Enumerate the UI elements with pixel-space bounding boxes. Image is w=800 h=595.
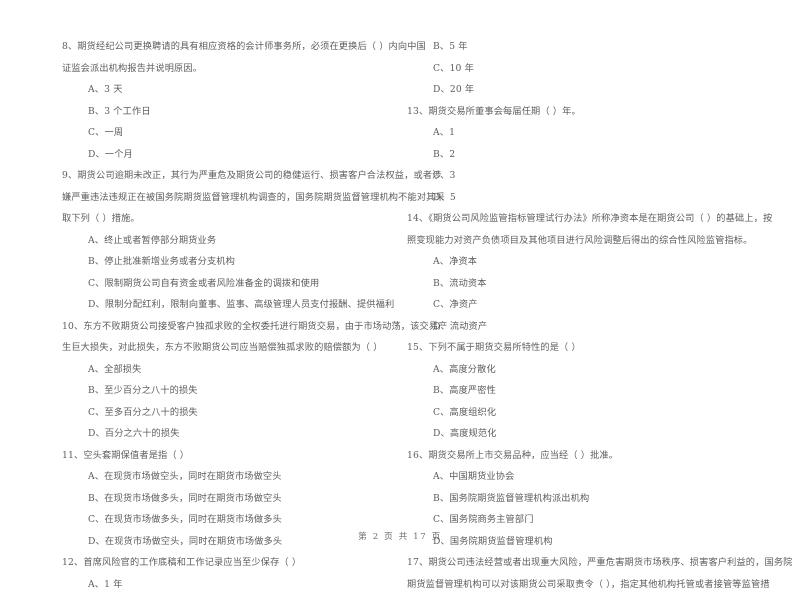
question-10-stem-line-1: 10、东方不败期货公司接受客户独孤求败的全权委托进行期货交易，由于市场动荡，该交… <box>62 316 407 338</box>
question-12-continued: B、5 年 C、10 年 D、20 年 <box>407 36 752 101</box>
question-13: 13、期货交易所董事会每届任期（ ）年。 A、1 B、2 C、3 D、5 <box>407 101 752 209</box>
question-11-stem-line-1: 11、空头套期保值者是指（ ） <box>62 445 407 467</box>
question-14-stem-line-2: 照变现能力对资产负债项目及其他项目进行风险调整后得出的综合性风险监管指标。 <box>407 230 752 252</box>
question-11-option-c[interactable]: C、在现货市场做多头，同时在期货市场做多头 <box>62 509 407 531</box>
question-12: 12、首席风险官的工作底稿和工作记录应当至少保存（ ） A、1 年 <box>62 552 407 595</box>
question-12-stem-line-1: 12、首席风险官的工作底稿和工作记录应当至少保存（ ） <box>62 552 407 574</box>
question-13-option-d[interactable]: D、5 <box>407 187 752 209</box>
document-page: 8、期货经纪公司更换聘请的具有相应资格的会计师事务所，必须在更换后（ ）内向中国… <box>0 0 800 565</box>
question-14-option-c[interactable]: C、净资产 <box>407 294 752 316</box>
question-16-stem-line-1: 16、期货交易所上市交易品种，应当经（ ）批准。 <box>407 445 752 467</box>
question-9-option-d[interactable]: D、限制分配红利，限制向董事、监事、高级管理人员支付报酬、提供福利 <box>62 294 407 316</box>
question-12-option-b[interactable]: B、5 年 <box>407 36 752 58</box>
question-13-stem-line-1: 13、期货交易所董事会每届任期（ ）年。 <box>407 101 752 123</box>
question-8-option-a[interactable]: A、3 天 <box>62 79 407 101</box>
question-9-option-c[interactable]: C、限制期货公司自有资金或者风险准备金的调拨和使用 <box>62 273 407 295</box>
question-10-option-c[interactable]: C、至多百分之八十的损失 <box>62 402 407 424</box>
question-8-option-b[interactable]: B、3 个工作日 <box>62 101 407 123</box>
question-11-option-a[interactable]: A、在现货市场做空头，同时在期货市场做空头 <box>62 466 407 488</box>
question-8-stem-line-2: 证监会派出机构报告并说明原因。 <box>62 58 407 80</box>
question-11-option-b[interactable]: B、在现货市场做多头，同时在期货市场做空头 <box>62 488 407 510</box>
two-column-body: 8、期货经纪公司更换聘请的具有相应资格的会计师事务所，必须在更换后（ ）内向中国… <box>0 0 800 520</box>
question-8-option-d[interactable]: D、一个月 <box>62 144 407 166</box>
question-13-option-a[interactable]: A、1 <box>407 122 752 144</box>
question-13-option-c[interactable]: C、3 <box>407 165 752 187</box>
question-8-stem-line-1: 8、期货经纪公司更换聘请的具有相应资格的会计师事务所，必须在更换后（ ）内向中国 <box>62 36 407 58</box>
question-14-option-a[interactable]: A、净资本 <box>407 251 752 273</box>
question-8: 8、期货经纪公司更换聘请的具有相应资格的会计师事务所，必须在更换后（ ）内向中国… <box>62 36 407 165</box>
left-column: 8、期货经纪公司更换聘请的具有相应资格的会计师事务所，必须在更换后（ ）内向中国… <box>62 0 407 595</box>
question-9-option-a[interactable]: A、终止或者暂停部分期货业务 <box>62 230 407 252</box>
question-15-stem-line-1: 15、下列不属于期货交易所特性的是（ ） <box>407 337 752 359</box>
right-column: B、5 年 C、10 年 D、20 年 13、期货交易所董事会每届任期（ ）年。… <box>407 0 752 595</box>
question-15-option-a[interactable]: A、高度分散化 <box>407 359 752 381</box>
question-10: 10、东方不败期货公司接受客户独孤求败的全权委托进行期货交易，由于市场动荡，该交… <box>62 316 407 445</box>
question-17-stem-line-2: 期货监督管理机构可以对该期货公司采取责令（ ），指定其他机构托管或者接管等监管措 <box>407 574 752 595</box>
question-14-option-d[interactable]: D、流动资产 <box>407 316 752 338</box>
question-9-stem-line-3: 取下列（ ）措施。 <box>62 208 407 230</box>
question-15: 15、下列不属于期货交易所特性的是（ ） A、高度分散化 B、高度严密性 C、高… <box>407 337 752 445</box>
question-12-option-c[interactable]: C、10 年 <box>407 58 752 80</box>
question-14-option-b[interactable]: B、流动资本 <box>407 273 752 295</box>
question-12-option-a[interactable]: A、1 年 <box>62 574 407 595</box>
question-10-stem-line-2: 生巨大损失，对此损失，东方不败期货公司应当赔偿独孤求败的赔偿额为（ ） <box>62 337 407 359</box>
question-16-option-c[interactable]: C、国务院商务主管部门 <box>407 509 752 531</box>
question-10-option-d[interactable]: D、百分之六十的损失 <box>62 423 407 445</box>
question-15-option-b[interactable]: B、高度严密性 <box>407 380 752 402</box>
question-8-option-c[interactable]: C、一周 <box>62 122 407 144</box>
question-16-option-b[interactable]: B、国务院期货监督管理机构派出机构 <box>407 488 752 510</box>
question-9-stem-line-2: 嫌严重违法违规正在被国务院期货监督管理机构调查的，国务院期货监督管理机构不能对其… <box>62 187 407 209</box>
question-15-option-c[interactable]: C、高度组织化 <box>407 402 752 424</box>
question-9-option-b[interactable]: B、停止批准新增业务或者分支机构 <box>62 251 407 273</box>
question-17: 17、期货公司违法经营或者出现重大风险，严重危害期货市场秩序、损害客户利益的，国… <box>407 552 752 595</box>
question-12-option-d[interactable]: D、20 年 <box>407 79 752 101</box>
question-14-stem-line-1: 14、《期货公司风险监管指标管理试行办法》所称净资本是在期货公司（ ）的基础上，… <box>407 208 752 230</box>
question-10-option-b[interactable]: B、至少百分之八十的损失 <box>62 380 407 402</box>
question-15-option-d[interactable]: D、高度规范化 <box>407 423 752 445</box>
question-16-option-a[interactable]: A、中国期货业协会 <box>407 466 752 488</box>
question-9: 9、期货公司逾期未改正，其行为严重危及期货公司的稳健运行、损害客户合法权益，或者… <box>62 165 407 316</box>
question-17-stem-line-1: 17、期货公司违法经营或者出现重大风险，严重危害期货市场秩序、损害客户利益的，国… <box>407 552 752 574</box>
question-9-stem-line-1: 9、期货公司逾期未改正，其行为严重危及期货公司的稳健运行、损害客户合法权益，或者… <box>62 165 407 187</box>
question-10-option-a[interactable]: A、全部损失 <box>62 359 407 381</box>
question-13-option-b[interactable]: B、2 <box>407 144 752 166</box>
question-14: 14、《期货公司风险监管指标管理试行办法》所称净资本是在期货公司（ ）的基础上，… <box>407 208 752 337</box>
page-footer: 第 2 页 共 17 页 <box>0 530 800 542</box>
